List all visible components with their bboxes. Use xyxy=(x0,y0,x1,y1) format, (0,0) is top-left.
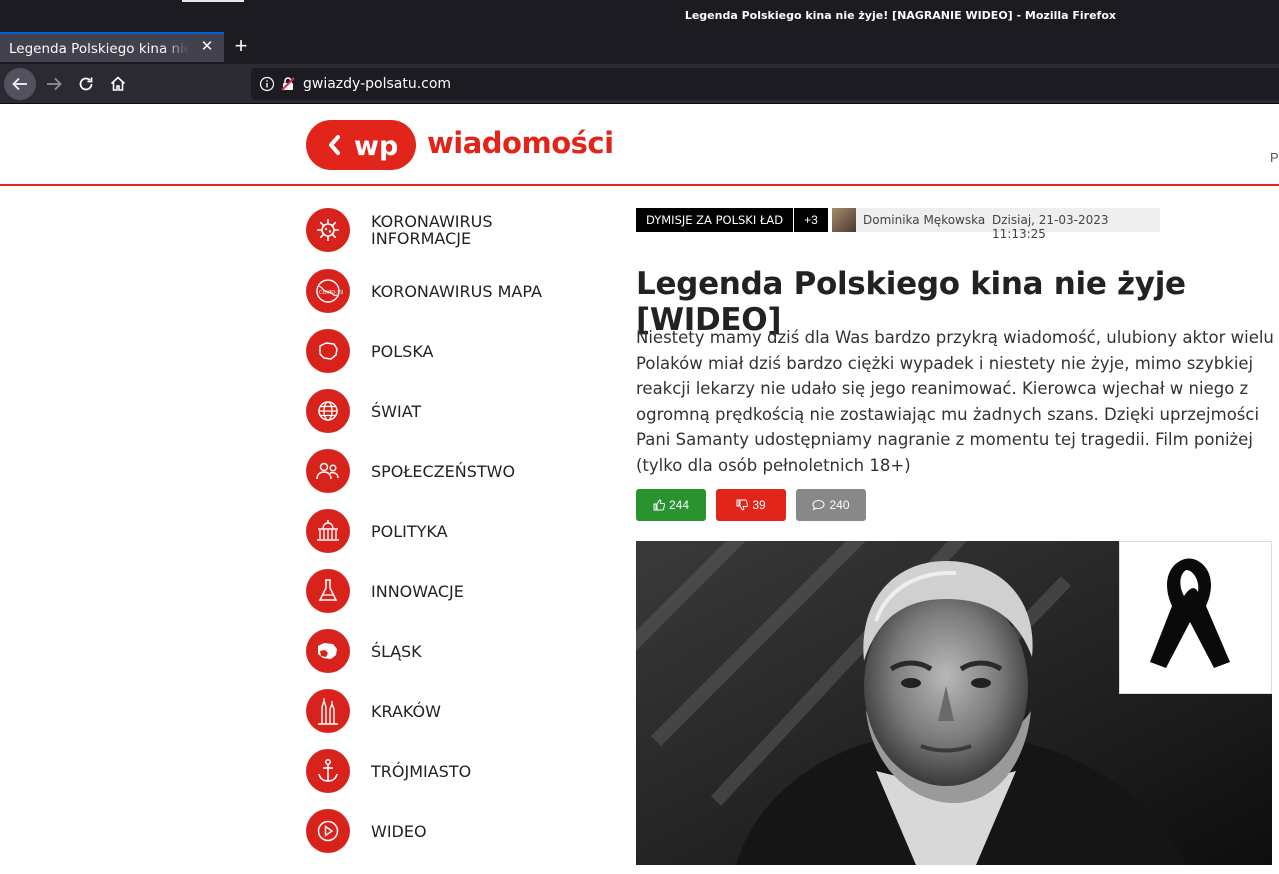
sidebar-item-label: ŚWIAT xyxy=(371,402,422,421)
author-box: Dominika Mękowska Dzisiaj, 21-03-2023 11… xyxy=(832,208,1160,241)
author-name[interactable]: Dominika Mękowska xyxy=(863,213,985,227)
silesia-map-icon xyxy=(306,629,350,673)
titlebar-accent xyxy=(182,0,244,2)
author-avatar xyxy=(832,208,856,232)
sidebar-item-innowacje[interactable]: INNOWACJE xyxy=(306,569,606,615)
more-tags-badge[interactable]: +3 xyxy=(794,208,828,232)
header-cut-text: P xyxy=(1270,150,1279,165)
tab-close-icon[interactable]: ✕ xyxy=(198,38,216,56)
back-arrow-icon xyxy=(12,77,27,91)
article-meta: DYMISJE ZA POLSKI ŁAD +3 Dominika Mękows… xyxy=(636,208,1160,241)
sidebar-item-label: ŚLĄSK xyxy=(371,642,422,661)
thumbs-up-icon xyxy=(653,499,665,511)
sidebar-item-label: WIDEO xyxy=(371,822,427,841)
sidebar-item-koronawirus-mapa[interactable]: COVID-19 KORONAWIRUS MAPA xyxy=(306,269,606,315)
sidebar-item-polska[interactable]: POLSKA xyxy=(306,329,606,375)
new-tab-button[interactable]: + xyxy=(230,35,252,57)
poland-map-icon xyxy=(306,329,350,373)
sidebar-item-polityka[interactable]: POLITYKA xyxy=(306,509,606,555)
people-icon xyxy=(306,449,350,493)
reaction-bar: 244 39 240 xyxy=(636,489,876,521)
comment-count: 240 xyxy=(829,498,850,512)
comments-button[interactable]: 240 xyxy=(796,489,866,521)
dislike-button[interactable]: 39 xyxy=(716,489,786,521)
parliament-icon xyxy=(306,509,350,553)
home-icon xyxy=(110,76,126,91)
tab-title: Legenda Polskiego kina nie żyje! [NAGRAN… xyxy=(9,41,189,57)
sidebar-item-slask[interactable]: ŚLĄSK xyxy=(306,629,606,675)
sidebar-item-label: SPOŁECZEŃSTWO xyxy=(371,462,516,481)
sidebar-item-wideo[interactable]: WIDEO xyxy=(306,809,606,855)
sidebar-item-spoleczenstwo[interactable]: SPOŁECZEŃSTWO xyxy=(306,449,606,495)
reload-button[interactable] xyxy=(70,68,102,100)
like-button[interactable]: 244 xyxy=(636,489,706,521)
sidebar-item-koronawirus-informacje[interactable]: KORONAWIRUS INFORMACJE xyxy=(306,208,606,254)
sidebar-item-label: POLITYKA xyxy=(371,522,448,541)
logo-wordmark[interactable]: wiadomości xyxy=(427,126,614,160)
site-header: wp wiadomości P xyxy=(0,104,1279,186)
tab-strip: Legenda Polskiego kina nie żyje! [NAGRAN… xyxy=(0,32,1279,64)
black-ribbon-icon xyxy=(1150,558,1230,668)
web-page: wp wiadomości P KORONAWIRUS INFORMACJE C… xyxy=(0,104,1279,874)
window-title: Legenda Polskiego kina nie żyje! [NAGRAN… xyxy=(684,9,1116,22)
covid-globe-icon: COVID-19 xyxy=(306,269,350,313)
article-lead: Niestety mamy dziś dla Was bardzo przykr… xyxy=(636,328,1274,475)
sidebar-item-label: TRÓJMIASTO xyxy=(371,762,472,781)
url-bar[interactable]: gwiazdy-polsatu.com xyxy=(251,68,1279,100)
wp-logo-mark: wp xyxy=(329,131,398,162)
insecure-lock-icon[interactable] xyxy=(280,76,296,92)
sidebar-item-label: POLSKA xyxy=(371,342,434,361)
thumbs-down-icon xyxy=(736,499,749,511)
info-icon[interactable] xyxy=(259,76,275,92)
sidebar-item-trojmiasto[interactable]: TRÓJMIASTO xyxy=(306,749,606,795)
mourning-ribbon-box xyxy=(1119,541,1272,694)
globe-icon xyxy=(306,389,350,433)
tab-active[interactable]: Legenda Polskiego kina nie żyje! [NAGRAN… xyxy=(0,32,224,62)
sidebar-item-label: INNOWACJE xyxy=(371,582,464,601)
window-titlebar: Legenda Polskiego kina nie żyje! [NAGRAN… xyxy=(0,0,1279,32)
anchor-icon xyxy=(306,749,350,793)
reload-icon xyxy=(79,77,93,91)
home-button[interactable] xyxy=(102,68,134,100)
play-icon xyxy=(306,809,350,853)
flask-icon xyxy=(306,569,350,613)
comment-bubble-icon xyxy=(812,499,825,511)
sidebar-item-krakow[interactable]: KRAKÓW xyxy=(306,689,606,735)
wp-logo[interactable]: wp xyxy=(306,120,416,170)
sidebar-item-swiat[interactable]: ŚWIAT xyxy=(306,389,606,435)
back-button[interactable] xyxy=(4,68,36,100)
publish-date: Dzisiaj, 21-03-2023 11:13:25 xyxy=(992,213,1109,241)
like-count: 244 xyxy=(668,498,690,512)
article-hero-image[interactable] xyxy=(636,541,1272,865)
logo-mark-text: wp xyxy=(354,131,398,162)
church-icon xyxy=(306,689,350,733)
article-tag[interactable]: DYMISJE ZA POLSKI ŁAD xyxy=(636,208,794,232)
sidebar-item-label: KORONAWIRUS INFORMACJE xyxy=(371,212,493,248)
forward-button[interactable] xyxy=(38,68,70,100)
virus-icon xyxy=(306,208,350,252)
forward-arrow-icon xyxy=(47,77,62,91)
url-text[interactable]: gwiazdy-polsatu.com xyxy=(303,76,451,92)
svg-text:COVID-19: COVID-19 xyxy=(319,290,343,296)
dislike-count: 39 xyxy=(752,498,766,512)
sidebar-item-label: KRAKÓW xyxy=(371,702,441,721)
sidebar-item-label: KORONAWIRUS MAPA xyxy=(371,282,542,301)
